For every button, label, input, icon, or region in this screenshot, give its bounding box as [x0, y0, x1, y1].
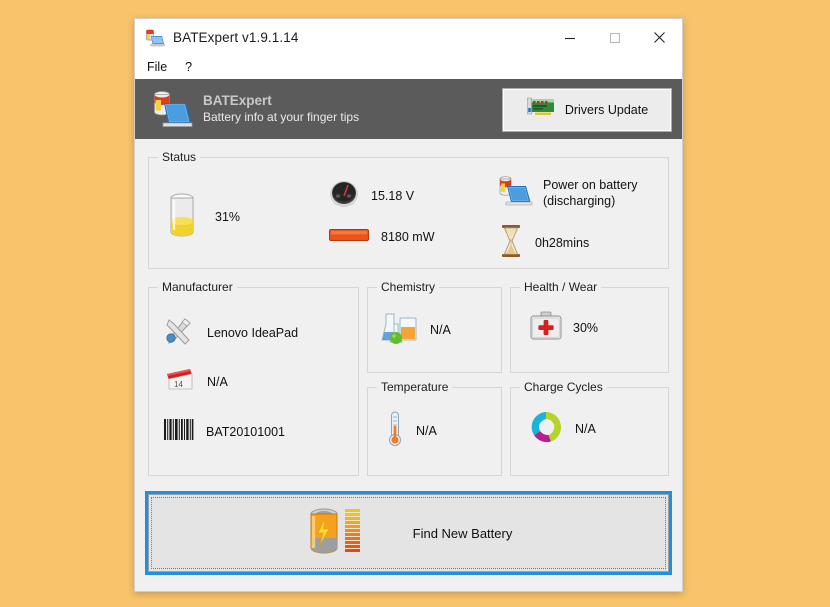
gauge-icon: [329, 180, 359, 213]
temperature-legend: Temperature: [377, 380, 453, 394]
chemistry-value: N/A: [430, 322, 451, 337]
health-group: Health / Wear 30%: [510, 280, 669, 373]
chemistry-legend: Chemistry: [377, 280, 440, 294]
focus-ring: [151, 497, 666, 569]
close-button[interactable]: [637, 19, 682, 56]
chemistry-row: N/A: [380, 310, 451, 351]
recycle-circle-icon: [529, 410, 563, 449]
status-charge-value: 31%: [215, 209, 241, 224]
laptop-battery-icon: [497, 174, 533, 213]
battery-laptop-icon: [145, 29, 165, 47]
close-icon: [654, 32, 665, 43]
manufacturer-date-value: N/A: [207, 374, 228, 389]
main-content: Status 31% 15.18 V 8180 mW Power on batt…: [135, 139, 682, 591]
window-title: BATExpert v1.9.1.14: [173, 30, 299, 45]
temperature-group: Temperature N/A: [367, 380, 502, 476]
manufacturer-name-value: Lenovo IdeaPad: [207, 325, 299, 340]
cycles-row: N/A: [529, 410, 596, 449]
banner-title: BATExpert: [203, 92, 272, 108]
manufacturer-date-row: 14 N/A: [163, 366, 228, 399]
battery-cell-icon: [165, 191, 199, 244]
app-banner: BATExpert Battery info at your finger ti…: [135, 79, 682, 139]
manufacturer-name-row: Lenovo IdeaPad: [163, 316, 298, 351]
status-time-row: 0h28mins: [499, 224, 589, 263]
maximize-icon: [609, 32, 620, 43]
battery-bars-icon: [305, 505, 367, 562]
manufacturer-serial-value: BAT20101001: [206, 424, 285, 439]
chemistry-group: Chemistry N/A: [367, 280, 502, 373]
status-legend: Status: [158, 150, 201, 164]
menu-item-help[interactable]: ?: [185, 61, 192, 74]
maximize-button[interactable]: [592, 19, 637, 56]
cycles-group: Charge Cycles N/A: [510, 380, 669, 476]
minimize-icon: [564, 37, 575, 39]
calendar-icon: 14: [163, 366, 195, 399]
status-power-row: 8180 mW: [329, 228, 435, 247]
svg-text:14: 14: [174, 380, 183, 389]
first-aid-kit-icon: [529, 310, 563, 347]
health-value: 30%: [573, 320, 599, 335]
cycles-legend: Charge Cycles: [520, 380, 607, 394]
status-source-row: Power on battery (discharging): [497, 174, 638, 213]
drivers-update-label: Drivers Update: [564, 103, 649, 117]
health-row: 30%: [529, 310, 598, 347]
status-power-value: 8180 mW: [381, 229, 435, 244]
manufacturer-serial-row: BAT20101001: [164, 418, 285, 447]
find-new-battery-label: Find New Battery: [412, 525, 513, 541]
menu-bar: File ?: [135, 56, 682, 79]
banner-subtitle: Battery info at your finger tips: [203, 109, 360, 124]
find-battery-area: Find New Battery: [135, 494, 682, 574]
thermometer-icon: [386, 410, 404, 453]
pci-card-icon: [526, 97, 556, 124]
temperature-row: N/A: [386, 410, 437, 453]
status-voltage-row: 15.18 V: [329, 180, 414, 213]
status-source-value: Power on battery (discharging): [543, 177, 638, 208]
find-new-battery-button[interactable]: Find New Battery: [148, 494, 669, 572]
manufacturer-legend: Manufacturer: [158, 280, 237, 294]
health-legend: Health / Wear: [520, 280, 602, 294]
status-charge-row: 31%: [165, 191, 240, 244]
status-voltage-value: 15.18 V: [371, 188, 415, 203]
temperature-value: N/A: [416, 423, 437, 438]
cycles-value: N/A: [575, 421, 596, 436]
minimize-button[interactable]: [547, 19, 592, 56]
batexpert-window: BATExpert v1.9.1.14 File ? BATExpert Bat…: [134, 18, 683, 592]
tools-icon: [163, 316, 195, 351]
status-time-value: 0h28mins: [535, 235, 590, 250]
battery-laptop-icon: [151, 88, 193, 130]
manufacturer-group: Manufacturer Lenovo IdeaPad 14 N/A BAT20…: [148, 280, 359, 476]
hourglass-icon: [499, 224, 523, 263]
status-group: Status 31% 15.18 V 8180 mW Power on batt…: [148, 150, 669, 269]
window-controls: [547, 19, 682, 56]
barcode-icon: [164, 418, 194, 447]
menu-item-file[interactable]: File: [147, 61, 167, 74]
orange-bar-icon: [329, 228, 369, 247]
title-bar: BATExpert v1.9.1.14: [135, 19, 682, 56]
banner-text: BATExpert Battery info at your finger ti…: [203, 93, 359, 125]
drivers-update-button[interactable]: Drivers Update: [502, 88, 672, 132]
beakers-icon: [380, 310, 420, 351]
